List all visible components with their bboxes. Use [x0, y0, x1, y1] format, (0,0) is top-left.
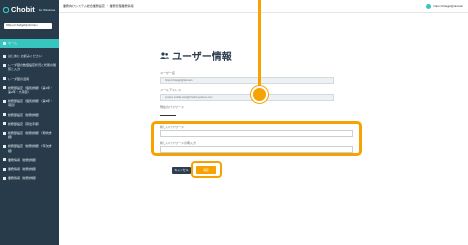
- document-icon: [3, 131, 6, 135]
- sidebar-user[interactable]: https://chatgpt@domain: [4, 23, 52, 29]
- sidebar-item-settings-5[interactable]: 総務部設定（総務詳細）（現状詳細）: [0, 131, 59, 139]
- document-icon: [3, 86, 6, 90]
- document-icon: [3, 176, 6, 180]
- chart-icon: [3, 77, 6, 81]
- username-label: ユーザー名: [160, 71, 175, 75]
- pointer-line: [258, 0, 261, 94]
- topbar-user-name: https://chatgpt@domain: [433, 4, 463, 8]
- sidebar-item-radar-settings[interactable]: レーダ図の数値設定状況と状態の閲覧と入力: [0, 63, 59, 71]
- brand-sub: for Windows: [38, 7, 56, 12]
- chobit-logo-icon: [3, 6, 9, 13]
- sidebar-item-label: 総務部設定（個別詳細）（第3年・項目）: [8, 99, 54, 108]
- sidebar-item-label: レーダ図の活用: [8, 76, 30, 81]
- breadcrumb: 業務向けシステム総合業務設定 ・ 業務管理業務情報: [63, 3, 134, 8]
- sidebar-menu: ホーム はじめに お読みください レーダ図の数値設定状況と状態の閲覧と入力 レー…: [0, 39, 59, 185]
- current-password-label: 現在のパスワード: [160, 105, 185, 109]
- document-icon: [3, 145, 6, 149]
- sidebar-item-settings-6[interactable]: 総務部設定（総務詳細）（年次詳細）: [0, 144, 59, 153]
- pointer-dot: [251, 86, 268, 103]
- page-title: ユーザー情報: [160, 48, 232, 63]
- info-icon: [3, 54, 6, 58]
- document-icon: [3, 113, 6, 117]
- sidebar-item-label: ホーム: [8, 41, 17, 46]
- sidebar-item-settings-2[interactable]: 総務部設定（個別詳細）（第3年・項目）: [0, 99, 59, 107]
- sidebar-item-label: 業務情報（総務詳細）: [8, 167, 39, 172]
- sidebar-item-settings-1[interactable]: 総務部設定（個別詳細）（第1年・第2年・大項目）: [0, 86, 59, 94]
- avatar: [426, 3, 432, 9]
- password-highlight-box: [151, 121, 362, 156]
- username-field: https://chatgpt@domain: [160, 77, 334, 84]
- brand-name: Chobit: [11, 5, 35, 14]
- sidebar-item-label: 総務部設定（総務詳細）（現状詳細）: [8, 131, 52, 140]
- home-icon: [3, 42, 6, 45]
- save-button[interactable]: 保存: [196, 166, 216, 174]
- topbar-user[interactable]: https://chatgpt@domain: [426, 3, 463, 9]
- email-label: メールアドレス: [160, 88, 182, 92]
- sidebar-item-info-2[interactable]: 業務情報（総務詳細）: [0, 167, 59, 171]
- sidebar-item-info-1[interactable]: 業務情報（総務詳細）: [0, 158, 59, 162]
- sidebar-item-label: 総務部設定（総務詳細）: [8, 112, 42, 117]
- sidebar-item-label: レーダ図の数値設定状況と状態の閲覧と入力: [8, 63, 57, 72]
- sidebar-item-home[interactable]: ホーム: [0, 39, 59, 48]
- document-icon: [3, 167, 6, 171]
- sidebar: Chobit for Windows https://chatgpt@domai…: [0, 0, 59, 245]
- sidebar-item-label: 総務部設定（個別詳細）（第1年・第2年・大項目）: [8, 85, 54, 95]
- cancel-button[interactable]: キャンセル: [172, 167, 191, 174]
- sidebar-item-label: 業務情報（総務詳細）: [8, 176, 39, 181]
- chart-icon: [3, 63, 6, 67]
- sidebar-item-label: はじめに お読みください: [8, 54, 42, 58]
- sidebar-item-label: 業務情報（総務詳細）: [8, 157, 39, 162]
- users-icon: [160, 52, 169, 59]
- brand[interactable]: Chobit for Windows: [3, 5, 55, 14]
- document-icon: [3, 122, 6, 126]
- page-title-text: ユーザー情報: [172, 52, 232, 63]
- sidebar-item-radar-usage[interactable]: レーダ図の活用: [0, 77, 59, 81]
- sidebar-item-label: 総務部設定（算出手順）: [8, 121, 42, 126]
- sidebar-item-info-3[interactable]: 業務情報（総務詳細）: [0, 176, 59, 180]
- sidebar-item-intro[interactable]: はじめに お読みください: [0, 54, 59, 58]
- sidebar-item-label: 総務部設定（総務詳細）（年次詳細）: [8, 144, 52, 153]
- current-password-mask[interactable]: [160, 115, 176, 116]
- sidebar-item-settings-3[interactable]: 総務部設定（総務詳細）: [0, 113, 59, 117]
- sidebar-item-settings-4[interactable]: 総務部設定（算出手順）: [0, 122, 59, 126]
- document-icon: [3, 158, 6, 162]
- email-field: system.mobile.web@chobit-systems.com: [160, 94, 334, 101]
- document-icon: [3, 99, 6, 103]
